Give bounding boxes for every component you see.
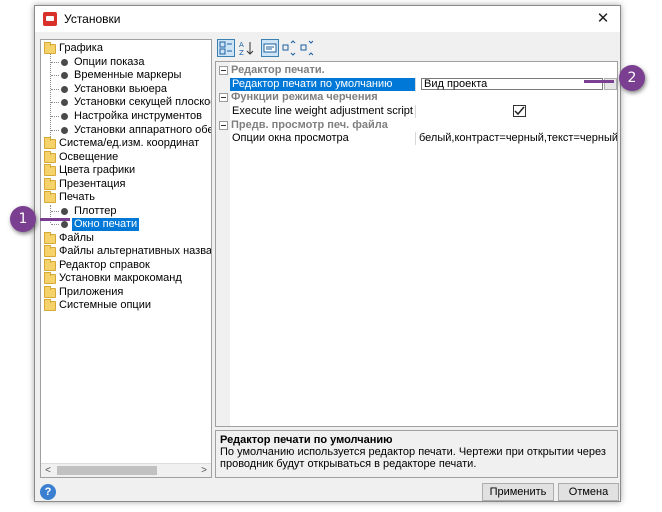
tree-connector <box>51 211 59 212</box>
callout-pointer <box>584 80 614 83</box>
folder-icon <box>44 178 56 190</box>
folder-icon <box>44 151 56 163</box>
category-print-editor[interactable]: Редактор печати. <box>216 64 617 77</box>
tree-item-tools-setup[interactable]: Настройка инструментов <box>41 110 211 123</box>
tree-item-macros[interactable]: Установки макрокоманд <box>41 272 211 285</box>
tree-item-system-options[interactable]: Системные опции <box>41 299 211 312</box>
tree-item-viewer-settings[interactable]: Установки вьюера <box>41 83 211 96</box>
window-title: Установки <box>64 12 121 26</box>
title-bar: Установки ✕ <box>35 6 620 32</box>
collapse-toggle-icon[interactable] <box>219 93 228 102</box>
property-row-preview-options[interactable]: Опции окна просмотра белый,контраст=черн… <box>216 132 617 145</box>
tree-item-hardware[interactable]: Установки аппаратного обеспеч <box>41 124 211 137</box>
svg-text:Z: Z <box>239 49 244 56</box>
tree-item-section-plane[interactable]: Установки секущей плоскости <box>41 96 211 109</box>
settings-tree[interactable]: Графика Опции показа Временные маркеры У… <box>40 39 212 478</box>
property-name: Execute line weight adjustment script <box>230 105 416 118</box>
preview-options-value[interactable]: белый,контраст=черный,текст=черный <box>419 132 617 145</box>
tree-item-grafika[interactable]: Графика <box>41 42 211 55</box>
property-pages-button[interactable] <box>261 39 279 57</box>
folder-icon <box>44 299 56 311</box>
callout-badge-1: 1 <box>10 206 36 232</box>
bullet-icon <box>61 86 68 93</box>
expand-all-button[interactable] <box>281 39 299 57</box>
folder-icon <box>44 191 56 203</box>
folder-icon <box>44 164 56 176</box>
tree-connector <box>51 89 59 90</box>
description-panel: Редактор печати по умолчанию По умолчани… <box>215 430 618 478</box>
close-button[interactable]: ✕ <box>592 9 614 29</box>
alphabetical-view-button[interactable]: A Z <box>237 39 255 57</box>
description-title: Редактор печати по умолчанию <box>220 434 393 446</box>
property-toolbar: A Z <box>215 37 618 59</box>
bullet-icon <box>61 59 68 66</box>
category-print-preview[interactable]: Предв. просмотр печ. файла <box>216 119 617 132</box>
folder-icon <box>44 42 56 54</box>
scroll-thumb[interactable] <box>57 466 157 475</box>
folder-icon <box>44 272 56 284</box>
property-name: Опции окна просмотра <box>230 132 416 145</box>
tree-horizontal-scrollbar[interactable]: < > <box>41 463 211 477</box>
property-pages-icon <box>263 43 277 53</box>
folder-icon <box>44 245 56 257</box>
expand-icon <box>282 40 296 56</box>
bullet-icon <box>61 99 68 106</box>
bullet-icon <box>61 221 68 228</box>
tree-connector <box>51 130 59 131</box>
collapse-all-button[interactable] <box>299 39 317 57</box>
description-text: По умолчанию используется редактор печат… <box>220 446 606 470</box>
folder-icon <box>44 137 56 149</box>
collapse-toggle-icon[interactable] <box>219 66 228 75</box>
property-row-default-print-editor[interactable]: Редактор печати по умолчанию Вид проекта <box>216 78 617 91</box>
app-icon <box>43 12 57 26</box>
callout-badge-2: 2 <box>619 65 645 91</box>
tree-item-applications[interactable]: Приложения <box>41 286 211 299</box>
default-print-editor-select[interactable]: Вид проекта <box>421 78 603 90</box>
scroll-left-icon[interactable]: < <box>41 464 55 477</box>
tree-item-graphics-colors[interactable]: Цвета графики <box>41 164 211 177</box>
bullet-icon <box>61 208 68 215</box>
collapse-toggle-icon[interactable] <box>219 121 228 130</box>
tree-item-plotter[interactable]: Плоттер <box>41 205 211 218</box>
property-name: Редактор печати по умолчанию <box>230 78 416 91</box>
tree-item-print[interactable]: Печать <box>41 191 211 204</box>
folder-icon <box>44 259 56 271</box>
tree-connector <box>51 116 59 117</box>
tree-item-presentation[interactable]: Презентация <box>41 178 211 191</box>
tree-item-coord-system[interactable]: Система/ед.изм. координат <box>41 137 211 150</box>
tree-item-display-options[interactable]: Опции показа <box>41 56 211 69</box>
bullet-icon <box>61 127 68 134</box>
tree-connector <box>51 75 59 76</box>
tree-connector <box>51 62 59 63</box>
folder-icon <box>44 232 56 244</box>
svg-text:A: A <box>239 41 244 49</box>
scroll-right-icon[interactable]: > <box>197 464 211 477</box>
tree-connector <box>51 224 59 225</box>
tree-item-files[interactable]: Файлы <box>41 232 211 245</box>
bullet-icon <box>61 113 68 120</box>
tree-item-alt-names[interactable]: Файлы альтернативных названий <box>41 245 211 258</box>
apply-button[interactable]: Применить <box>482 483 554 501</box>
checkmark-icon <box>514 106 525 116</box>
tree-connector <box>51 102 59 103</box>
bullet-icon <box>61 72 68 79</box>
settings-dialog: Установки ✕ Графика Опции показа Временн… <box>34 5 621 502</box>
callout-pointer <box>40 218 70 221</box>
cancel-button[interactable]: Отмена <box>558 483 619 501</box>
property-grid: Редактор печати. Редактор печати по умол… <box>215 61 618 427</box>
tree-item-temp-markers[interactable]: Временные маркеры <box>41 69 211 82</box>
line-weight-script-checkbox[interactable] <box>513 105 526 117</box>
tree-item-lighting[interactable]: Освещение <box>41 151 211 164</box>
property-row-line-weight-script[interactable]: Execute line weight adjustment script <box>216 105 617 118</box>
categorized-icon <box>219 41 232 55</box>
help-icon[interactable]: ? <box>40 484 56 500</box>
collapse-icon <box>300 40 314 56</box>
category-drawing-mode[interactable]: Функции режима черчения <box>216 91 617 104</box>
sort-az-icon: A Z <box>239 41 254 57</box>
folder-icon <box>44 286 56 298</box>
categorized-view-button[interactable] <box>217 39 235 57</box>
tree-item-reference-editor[interactable]: Редактор справок <box>41 259 211 272</box>
